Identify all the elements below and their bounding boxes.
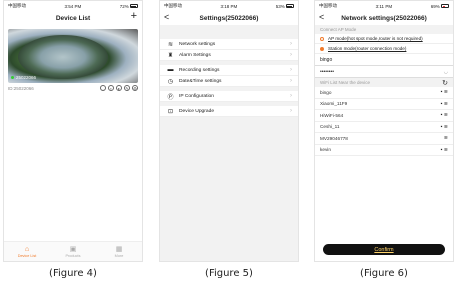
playback-icon[interactable]: ▸ (116, 85, 122, 91)
device-id: ID:25022066 (8, 85, 34, 91)
battery-icon (129, 4, 138, 9)
tab-device-list[interactable]: ⌂ Device List (4, 242, 50, 261)
online-indicator-icon (11, 76, 14, 79)
fisheye-image (18, 35, 108, 79)
chevron-right-icon: › (290, 78, 292, 84)
camera-preview[interactable]: 25022066 (8, 29, 138, 83)
settings-group: ▬ Recording settings › ◷ Date&Time settings… (160, 65, 298, 87)
settings-group: ⊡ Device Upgrade › (160, 106, 298, 117)
chevron-right-icon: › (290, 67, 292, 73)
upgrade-icon: ⊡ (167, 108, 174, 115)
wifi-icon: ≋ (167, 41, 174, 48)
nav-bar: < Settings(25022066) (160, 11, 298, 25)
chevron-right-icon: › (290, 52, 292, 58)
delete-icon[interactable]: ▪ (108, 85, 114, 91)
figure-4-caption: (Figure 4) (49, 268, 97, 279)
connect-section-header: Connect AP Mode (315, 25, 453, 34)
tab-products[interactable]: ▣ Products (50, 242, 96, 261)
nav-bar: < Network settings(25022066) (315, 11, 453, 25)
wifi-network-item[interactable]: Ceshi_11 ▪ ≋ (315, 122, 453, 133)
page-title: Settings(25022066) (199, 14, 259, 22)
lock-wifi-signal-icon: ▪ ≋ (440, 123, 448, 130)
device-info-row: ID:25022066 … ▪ ▸ ✎ ⚙ (4, 83, 142, 93)
wifi-network-item[interactable]: kevin ▪ ≋ (315, 145, 453, 156)
chevron-right-icon: › (290, 108, 292, 114)
radio-button[interactable] (320, 36, 324, 41)
status-bar: 中国移动 3:54 PM 72% (4, 1, 142, 11)
network-settings-screen: 中国移动 3:11 PM 69% < Network settings(2502… (314, 0, 454, 262)
back-button[interactable]: < (319, 12, 324, 22)
tab-more[interactable]: ▦ More (96, 242, 142, 261)
wifi-signal-icon: ≋ (443, 135, 448, 142)
settings-screen: 中国移动 3:18 PM 53% < Settings(25022066) ≋ N… (159, 0, 299, 262)
message-icon[interactable]: … (100, 85, 106, 91)
figure-6-caption: (Figure 6) (360, 268, 408, 279)
carrier-label: 中国移动 (8, 3, 26, 8)
products-icon: ▣ (69, 245, 77, 253)
device-upgrade-item[interactable]: ⊡ Device Upgrade › (160, 106, 298, 117)
network-settings-item[interactable]: ≋ Network settings › (160, 39, 298, 50)
settings-group: Ⓟ IP Configuration › (160, 91, 298, 102)
carrier-label: 中国移动 (319, 3, 337, 8)
refresh-icon[interactable]: ↻ (442, 79, 448, 87)
wifi-network-item[interactable]: bingo ▪ ≋ (315, 87, 453, 99)
battery-label: 69% (430, 3, 440, 9)
device-list-screen: 中国移动 3:54 PM 72% Device List + 25022066 … (3, 0, 143, 262)
eye-icon[interactable]: ◡ (444, 69, 448, 75)
settings-gear-icon[interactable]: ⚙ (132, 85, 138, 91)
settings-list: ≋ Network settings › ♜ Alarm Settings › ▬ Rec… (160, 25, 298, 261)
ip-configuration-item[interactable]: Ⓟ IP Configuration › (160, 91, 298, 102)
add-device-button[interactable]: + (131, 10, 137, 22)
lock-wifi-signal-icon: ▪ ≋ (440, 100, 448, 107)
time-label: 3:54 PM (64, 3, 82, 9)
battery-icon (285, 4, 294, 9)
confirm-button[interactable]: Confirm (323, 244, 445, 255)
battery-label: 53% (275, 3, 285, 9)
settings-group: ≋ Network settings › ♜ Alarm Settings › (160, 39, 298, 61)
wifi-network-item[interactable]: HiWiFi-564 ▪ ≋ (315, 110, 453, 122)
lock-wifi-signal-icon: ▪ ≋ (440, 112, 448, 119)
alarm-settings-item[interactable]: ♜ Alarm Settings › (160, 50, 298, 61)
nav-bar: Device List + (4, 10, 142, 25)
ap-mode-option[interactable]: AP mode(hot spot mode,router is not requ… (315, 34, 453, 44)
time-label: 3:11 PM (375, 3, 393, 9)
time-label: 3:18 PM (220, 3, 238, 9)
battery-icon (441, 4, 449, 9)
chevron-right-icon: › (290, 93, 292, 99)
camera-name: 25022066 (16, 75, 37, 80)
chevron-right-icon: › (290, 41, 292, 47)
status-bar: 中国移动 3:18 PM 53% (160, 1, 298, 11)
back-button[interactable]: < (164, 12, 169, 22)
grid-icon: ▦ (115, 245, 123, 253)
tab-bar: ⌂ Device List ▣ Products ▦ More (4, 241, 142, 261)
recording-settings-item[interactable]: ▬ Recording settings › (160, 65, 298, 76)
password-input[interactable]: •••••••• ◡ (315, 66, 453, 78)
lock-wifi-signal-icon: ▪ ≋ (440, 89, 448, 96)
ip-icon: Ⓟ (167, 94, 174, 101)
clock-icon: ◷ (167, 78, 174, 85)
edit-icon[interactable]: ✎ (124, 85, 130, 91)
radio-button-selected[interactable] (320, 46, 324, 51)
alarm-icon: ♜ (167, 52, 174, 59)
datetime-settings-item[interactable]: ◷ Date&Time settings › (160, 76, 298, 87)
page-title: Device List (55, 14, 91, 22)
wifi-network-item[interactable]: Xiaomi_11F9 ▪ ≋ (315, 99, 453, 110)
carrier-label: 中国移动 (164, 3, 182, 8)
home-icon: ⌂ (24, 245, 30, 253)
wifi-network-item[interactable]: MV29046778 ≋ (315, 133, 453, 145)
record-icon: ▬ (167, 67, 174, 73)
station-mode-option[interactable]: Station mode(router connection mode) (315, 44, 453, 54)
figure-5-caption: (Figure 5) (205, 268, 253, 279)
status-bar: 中国移动 3:11 PM 69% (315, 1, 453, 11)
battery-label: 72% (119, 3, 129, 9)
ssid-input[interactable]: bingo (315, 54, 453, 66)
wifi-list-header: WiFi List Near the device ↻ (315, 78, 453, 87)
lock-wifi-signal-icon: ▪ ≋ (440, 146, 448, 153)
page-title: Network settings(25022066) (341, 14, 427, 22)
